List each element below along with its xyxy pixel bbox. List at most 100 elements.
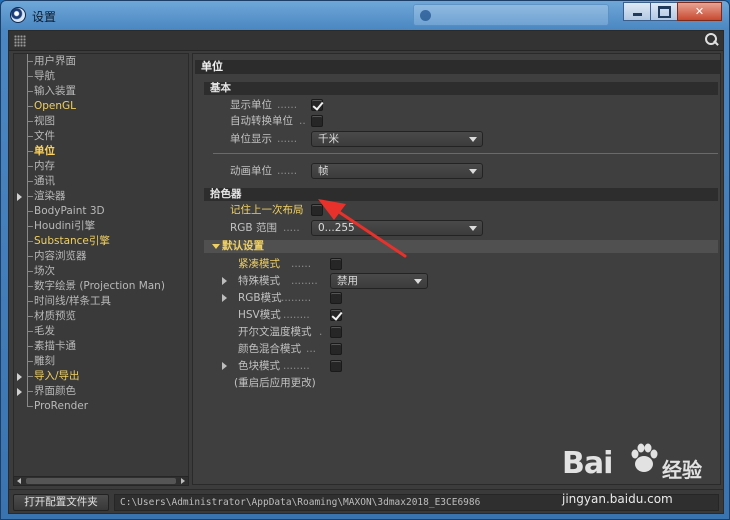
group-header-color-picker[interactable]: 拾色器 [204, 188, 718, 201]
unit-display-dropdown[interactable]: 千米 [311, 131, 483, 147]
open-config-folder-button[interactable]: 打开配置文件夹 [13, 494, 109, 511]
sidebar-item[interactable]: 单位 [14, 144, 188, 159]
sidebar-item[interactable]: 内容浏览器 [14, 249, 188, 264]
sidebar-item[interactable]: 渲染器 [14, 189, 188, 204]
dot-leader: ........ [283, 360, 310, 372]
anim-units-dropdown[interactable]: 帧 [311, 163, 483, 179]
sidebar-item[interactable]: 毛发 [14, 324, 188, 339]
title-bar[interactable]: 设置 ✕ [1, 1, 729, 29]
row-color-mix-mode: 颜色混合模式 ... [193, 341, 713, 357]
sidebar-item[interactable]: 场次 [14, 264, 188, 279]
expand-arrow-icon[interactable] [17, 193, 22, 201]
sidebar-item[interactable]: Substance引擎 [14, 234, 188, 249]
remember-layout-checkbox[interactable] [311, 204, 323, 216]
sidebar-item[interactable]: ProRender [14, 399, 188, 414]
baidu-paw-icon [631, 443, 658, 472]
sidebar-item[interactable]: 数字绘景 (Projection Man) [14, 279, 188, 294]
sidebar-item-label: 材质预览 [34, 310, 76, 322]
expanded-triangle-icon [212, 244, 220, 249]
color-mix-mode-checkbox[interactable] [330, 343, 342, 355]
window-controls: ✕ [623, 2, 722, 21]
sidebar-item-label: Houdini引擎 [34, 220, 96, 232]
tree-horizontal-scrollbar[interactable] [13, 476, 189, 486]
sidebar-item[interactable]: 时间线/样条工具 [14, 294, 188, 309]
minimize-button[interactable] [623, 2, 651, 21]
sidebar-item[interactable]: BodyPaint 3D [14, 204, 188, 219]
auto-convert-checkbox[interactable] [311, 115, 323, 127]
sidebar-item-label: 数字绘景 (Projection Man) [34, 280, 165, 292]
dot-leader: ........ [291, 275, 318, 287]
show-units-checkbox[interactable] [311, 99, 323, 111]
rgb-mode-checkbox[interactable] [330, 292, 342, 304]
sidebar-item[interactable]: 视图 [14, 114, 188, 129]
dot-leader: ...... [277, 99, 298, 111]
expand-arrow-icon[interactable] [17, 373, 22, 381]
hsv-mode-label: HSV模式 [238, 309, 281, 321]
sidebar-item-label: ProRender [34, 400, 89, 412]
hsv-mode-checkbox[interactable] [330, 309, 342, 321]
expand-arrow-icon[interactable] [17, 388, 22, 396]
restart-note: (重启后应用更改) [234, 377, 316, 389]
dot-leader: .. [299, 115, 306, 127]
sidebar-item-label: 内容浏览器 [34, 250, 87, 262]
expand-arrow-icon[interactable] [222, 277, 227, 285]
kelvin-mode-label: 开尔文温度模式 [238, 326, 312, 338]
sidebar-item[interactable]: 输入装置 [14, 84, 188, 99]
grip-menu-icon[interactable] [14, 35, 26, 47]
baidu-watermark: Bai 经验 jingyan.baidu.com [562, 442, 712, 512]
sidebar-item[interactable]: 素描卡通 [14, 339, 188, 354]
row-swatch-mode: 色块模式 ........ [193, 358, 713, 374]
scrollbar-thumb[interactable] [26, 478, 176, 484]
sidebar-item-label: 界面颜色 [34, 385, 76, 397]
sidebar-item[interactable]: 导入/导出 [14, 369, 188, 384]
sidebar-item[interactable]: OpenGL [14, 99, 188, 114]
sidebar-item[interactable]: 导航 [14, 69, 188, 84]
sidebar-item[interactable]: 界面颜色 [14, 384, 188, 399]
tree-list: 用户界面导航 输入装置 OpenGL 视图 文件 单位 内存 通讯 渲染器 BodyPaint 3… [14, 54, 188, 414]
sidebar-item[interactable]: Houdini引擎 [14, 219, 188, 234]
sidebar-item[interactable]: 材质预览 [14, 309, 188, 324]
group-header-defaults[interactable]: 默认设置 [204, 240, 718, 253]
swatch-mode-label: 色块模式 [238, 360, 280, 372]
sidebar-item-label: 导入/导出 [34, 370, 80, 382]
unit-display-label: 单位显示 [230, 133, 272, 145]
scroll-left-icon[interactable] [17, 478, 21, 484]
swatch-mode-checkbox[interactable] [330, 360, 342, 372]
rgb-range-dropdown[interactable]: 0...255 [311, 220, 483, 236]
sidebar-item[interactable]: 用户界面 [14, 54, 188, 69]
auto-convert-label: 自动转换单位 [230, 115, 293, 127]
sidebar-item[interactable]: 通讯 [14, 174, 188, 189]
dot-leader: ........ [283, 309, 310, 321]
settings-panel: 单位 基本 显示单位 ...... 自动转换单位 .. 单位显示 ...... … [192, 53, 721, 485]
special-mode-dropdown[interactable]: 禁用 [330, 273, 428, 289]
sidebar-item-label: 素描卡通 [34, 340, 76, 352]
row-rgb-mode: RGB模式 ......... [193, 290, 713, 306]
show-units-label: 显示单位 [230, 99, 272, 111]
background-window-icon [420, 10, 431, 21]
row-auto-convert: 自动转换单位 .. [193, 113, 713, 129]
watermark-url: jingyan.baidu.com [562, 492, 673, 506]
kelvin-mode-checkbox[interactable] [330, 326, 342, 338]
sidebar-item-label: 用户界面 [34, 55, 76, 67]
chevron-down-icon [469, 137, 477, 142]
sidebar-item[interactable]: 雕刻 [14, 354, 188, 369]
search-icon[interactable] [705, 33, 719, 48]
expand-arrow-icon[interactable] [222, 362, 227, 370]
chevron-down-icon [469, 226, 477, 231]
sidebar-item-label: Substance引擎 [34, 235, 110, 247]
sidebar-item[interactable]: 内存 [14, 159, 188, 174]
sidebar-item[interactable]: 文件 [14, 129, 188, 144]
watermark-suffix: 经验 [662, 458, 702, 482]
rgb-range-label: RGB 范围 [230, 222, 277, 234]
row-anim-units: 动画单位 ...... 帧 [193, 163, 713, 179]
group-header-basic[interactable]: 基本 [204, 82, 718, 95]
compact-mode-label: 紧凑模式 [238, 258, 280, 270]
row-kelvin-mode: 开尔文温度模式 . [193, 324, 713, 340]
maximize-button[interactable] [650, 2, 678, 21]
scroll-right-icon[interactable] [181, 478, 185, 484]
compact-mode-checkbox[interactable] [330, 258, 342, 270]
row-remember-layout: 记住上一次布局 [193, 202, 713, 218]
expand-arrow-icon[interactable] [222, 294, 227, 302]
window-title: 设置 [32, 10, 57, 24]
close-button[interactable]: ✕ [677, 2, 722, 21]
